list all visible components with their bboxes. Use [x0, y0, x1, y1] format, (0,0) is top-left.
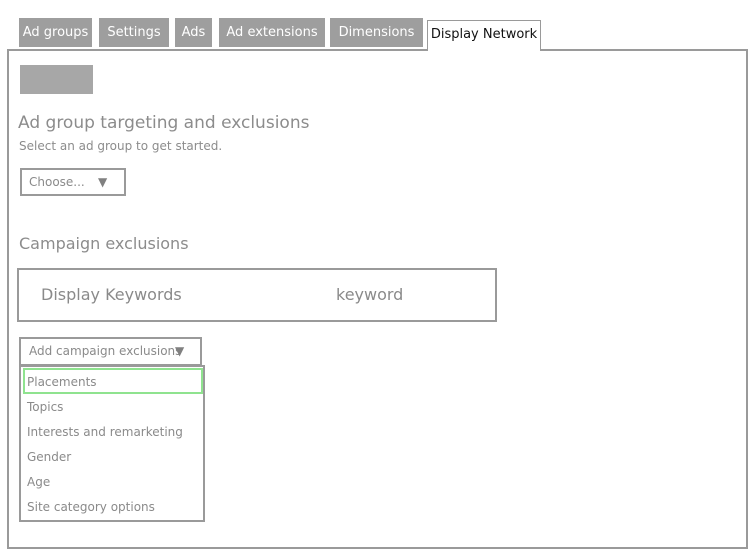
- tab-ads[interactable]: Ads: [175, 18, 212, 47]
- content-panel: [7, 49, 748, 549]
- tab-dimensions[interactable]: Dimensions: [330, 18, 423, 47]
- tab-ad-extensions[interactable]: Ad extensions: [219, 18, 325, 47]
- tab-settings[interactable]: Settings: [99, 18, 169, 47]
- tab-bar: Ad groups Settings Ads Ad extensions Dim…: [0, 0, 750, 51]
- tab-display-network[interactable]: Display Network: [427, 20, 541, 51]
- tab-ad-groups[interactable]: Ad groups: [19, 18, 92, 47]
